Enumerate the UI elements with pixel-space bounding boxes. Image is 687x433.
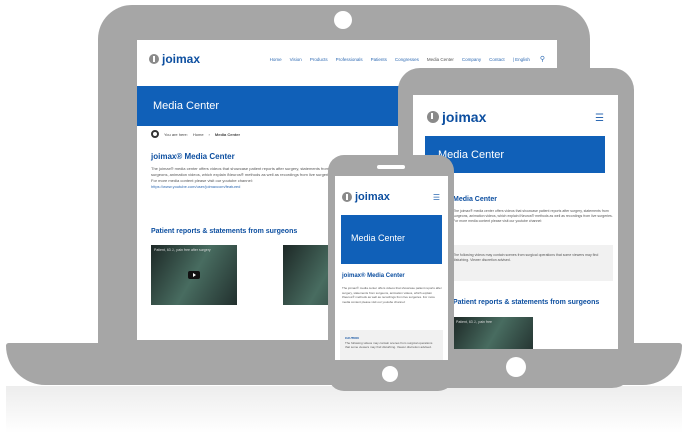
nav-congresses[interactable]: Congresses	[395, 57, 419, 62]
intro-text: The joimax® media center offers videos t…	[342, 286, 442, 304]
breadcrumb-separator: ›	[208, 131, 210, 137]
page-hero: Media Center	[341, 215, 442, 264]
breadcrumb-intro: You are here:	[164, 131, 188, 137]
section-title: Patient reports & statements from surgeo…	[151, 228, 298, 235]
hamburger-icon[interactable]: ☰	[595, 113, 604, 124]
section-title: Patient reports & statements from surgeo…	[453, 299, 600, 306]
home-button	[506, 357, 526, 377]
logo-text: joimax	[355, 191, 390, 203]
nav-products[interactable]: Products	[310, 57, 328, 62]
nav-patients[interactable]: Patients	[371, 57, 387, 62]
intro-text: The joimax® media center offers videos t…	[453, 209, 613, 223]
joimax-logo[interactable]: joimax	[149, 52, 200, 66]
intro-body: The joimax® media center offers videos t…	[151, 166, 334, 183]
nav-media-center[interactable]: Media Center	[427, 57, 454, 62]
caution-note: The following videos may contain scenes …	[443, 245, 613, 281]
nav-company[interactable]: Company	[462, 57, 481, 62]
intro-text: The joimax® media center offers videos t…	[151, 166, 336, 190]
breadcrumb-current: Media Center	[214, 131, 241, 137]
device-mockup: joimax Home Vision Products Professional…	[0, 0, 687, 433]
phone-screen: joimax ☰ Media Center joimax® Media Cent…	[335, 176, 448, 360]
video-title: Patient, 63 J., pain free	[456, 320, 492, 324]
nav-home[interactable]: Home	[270, 57, 282, 62]
camera-icon	[334, 11, 352, 29]
youtube-link[interactable]: https://www.youtube.com/user/joimaxcom/f…	[151, 184, 240, 189]
nav-menu: Home Vision Products Professionals Patie…	[270, 57, 530, 62]
logo-mark-icon	[342, 192, 352, 202]
search-icon[interactable]: ⚲	[540, 55, 545, 63]
nav-contact[interactable]: Contact	[489, 57, 505, 62]
video-thumbnail[interactable]: Patient, 63 J., pain free after surgery	[151, 245, 237, 305]
breadcrumb: You are here: Home › Media Center	[151, 130, 240, 138]
speaker-icon	[377, 165, 405, 169]
video-thumbnail[interactable]: Patient, 63 J., pain free	[453, 317, 533, 349]
video-title: Patient, 63 J., pain free after surgery	[154, 248, 211, 252]
page-title: Media Center	[453, 196, 497, 203]
joimax-logo[interactable]: joimax	[342, 191, 390, 203]
home-button	[382, 366, 398, 382]
nav-language[interactable]: | English	[513, 57, 530, 62]
logo-mark-icon	[149, 54, 159, 64]
nav-professionals[interactable]: Professionals	[336, 57, 363, 62]
location-icon	[151, 130, 159, 138]
hamburger-icon[interactable]: ☰	[433, 193, 440, 202]
breadcrumb-home[interactable]: Home	[193, 132, 204, 137]
play-icon[interactable]	[188, 271, 200, 279]
page-title: joimax® Media Center	[342, 273, 405, 279]
nav-vision[interactable]: Vision	[290, 57, 302, 62]
logo-text: joimax	[442, 109, 487, 125]
logo-text: joimax	[162, 52, 201, 66]
caution-note: CAUTION The following videos may contain…	[340, 330, 443, 360]
reflection	[6, 386, 682, 433]
caution-text: The following videos may contain scenes …	[345, 340, 433, 350]
logo-mark-icon	[427, 111, 439, 123]
joimax-logo[interactable]: joimax	[427, 109, 486, 125]
page-title: joimax® Media Center	[151, 152, 235, 161]
